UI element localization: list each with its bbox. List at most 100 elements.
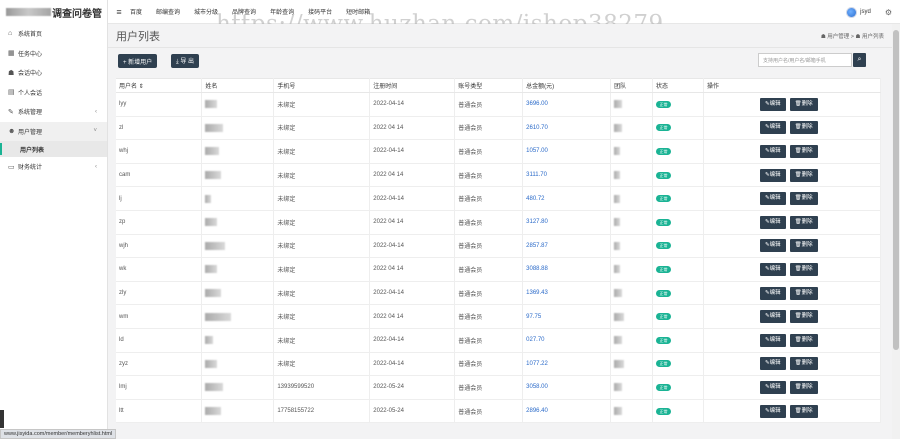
cell-actions: ✎编辑 🗑删除 — [703, 163, 882, 188]
sidebar-item-1[interactable]: ▦ 任务中心 — [0, 44, 107, 64]
edit-button[interactable]: ✎编辑 — [759, 262, 786, 276]
delete-button[interactable]: 🗑删除 — [789, 357, 818, 371]
cell-date: 2022 04 14 — [369, 210, 456, 235]
status-badge[interactable]: 正常 — [656, 313, 672, 321]
vertical-scrollbar[interactable] — [892, 24, 900, 439]
scrollbar-thumb[interactable] — [893, 30, 899, 350]
cell-username: wk — [116, 257, 203, 282]
delete-button[interactable]: 🗑删除 — [789, 168, 818, 182]
edit-button[interactable]: ✎编辑 — [759, 144, 786, 158]
cell-type: 普通会员 — [454, 116, 524, 141]
cell-status: 正常 — [652, 352, 704, 377]
status-badge[interactable]: 正常 — [656, 289, 672, 297]
cell-phone: 未绑定 — [273, 257, 371, 282]
sidebar-item-2[interactable]: ☗ 会话中心 — [0, 63, 107, 83]
status-badge[interactable]: 正常 — [656, 360, 672, 368]
status-badge[interactable]: 正常 — [656, 195, 672, 203]
status-url: www.jisyida.com/member/memberyhlist.html — [0, 429, 117, 439]
top-nav-link-2[interactable]: 城市分级 — [194, 7, 218, 16]
delete-button[interactable]: 🗑删除 — [789, 215, 818, 229]
redacted-name — [205, 312, 232, 321]
export-button[interactable]: ⤓ 导 出 — [171, 54, 199, 68]
sidebar-item-5[interactable]: ☻ 用户管理 ˅ — [0, 121, 107, 141]
delete-button[interactable]: 🗑删除 — [789, 262, 818, 276]
status-badge[interactable]: 正常 — [656, 147, 672, 155]
add-user-button[interactable]: + 新增用户 — [118, 54, 158, 68]
delete-button[interactable]: 🗑删除 — [789, 121, 818, 135]
top-nav-link-5[interactable]: 接码平台 — [308, 7, 332, 16]
edit-button[interactable]: ✎编辑 — [759, 333, 786, 347]
search-input[interactable]: 支持用户名/用户名/邮箱手机 — [758, 53, 852, 67]
cell-date: 2022-04-14 — [369, 352, 456, 377]
edit-button[interactable]: ✎编辑 — [759, 192, 786, 206]
edit-button[interactable]: ✎编辑 — [759, 380, 786, 394]
brand-logo[interactable]: 调查问卷管 — [0, 0, 107, 24]
cell-balance: 97.75 — [522, 304, 612, 329]
column-header-1: 姓名 — [201, 78, 275, 93]
status-badge[interactable]: 正常 — [656, 242, 672, 250]
top-nav-link-6[interactable]: 短时邮箱 — [346, 7, 370, 16]
delete-button[interactable]: 🗑删除 — [789, 239, 818, 253]
column-header-3: 注册时间 — [369, 78, 456, 93]
edit-button[interactable]: ✎编辑 — [759, 310, 786, 324]
delete-button[interactable]: 🗑删除 — [789, 404, 818, 418]
edit-button[interactable]: ✎编辑 — [759, 239, 786, 253]
status-badge[interactable]: 正常 — [656, 383, 672, 391]
edit-button[interactable]: ✎编辑 — [759, 97, 786, 111]
sidebar-item-6[interactable]: 用户列表 — [0, 141, 107, 157]
status-badge[interactable]: 正常 — [656, 265, 672, 273]
delete-button[interactable]: 🗑删除 — [789, 192, 818, 206]
redacted-name — [205, 383, 224, 392]
cell-balance: 2857.87 — [522, 234, 612, 259]
brand-redacted — [6, 8, 51, 16]
sidebar-item-7[interactable]: ▭ 财务统计 ‹ — [0, 157, 107, 177]
top-navbar: ≡ 百度 邮编查询 城市分级 品牌查询 年龄查询 接码平台 短时邮箱 jsyd ⚙ — [108, 0, 900, 24]
sidebar-item-3[interactable]: ▤ 个人会话 — [0, 83, 107, 103]
delete-button[interactable]: 🗑删除 — [789, 144, 818, 158]
sidebar-item-label: 任务中心 — [18, 51, 43, 58]
cell-type: 普通会员 — [454, 328, 524, 353]
edit-button[interactable]: ✎编辑 — [759, 215, 786, 229]
column-header-0[interactable]: 用户名 ⇕ — [116, 78, 203, 93]
edit-button[interactable]: ✎编辑 — [759, 357, 786, 371]
cell-type: 普通会员 — [454, 352, 524, 377]
brand-title: 调查问卷管 — [52, 8, 102, 20]
menu-toggle-icon[interactable]: ≡ — [108, 7, 130, 17]
redacted-name — [205, 359, 218, 368]
cell-team — [610, 257, 654, 282]
redacted-name — [205, 123, 224, 132]
sidebar-item-0[interactable]: ⌂ 系统首页 — [0, 24, 107, 44]
edit-button[interactable]: ✎编辑 — [759, 404, 786, 418]
user-name[interactable]: jsyd — [860, 9, 871, 15]
status-badge[interactable]: 正常 — [656, 407, 672, 415]
search-icon[interactable]: ⌕ — [853, 53, 866, 67]
delete-button[interactable]: 🗑删除 — [789, 97, 818, 111]
settings-gear-icon[interactable]: ⚙ — [885, 8, 892, 17]
delete-button[interactable]: 🗑删除 — [789, 333, 818, 347]
edit-button[interactable]: ✎编辑 — [759, 168, 786, 182]
table-row: wjh 未绑定 2022-04-14 普通会员 2857.87 正常 ✎编辑 🗑删除 — [116, 234, 882, 259]
status-badge[interactable]: 正常 — [656, 100, 672, 108]
users-icon: ☗ — [8, 69, 15, 77]
status-badge[interactable]: 正常 — [656, 218, 672, 226]
sidebar-item-4[interactable]: ✎ 系统管理 ‹ — [0, 102, 107, 122]
delete-button[interactable]: 🗑删除 — [789, 286, 818, 300]
table-body: lyy 未绑定 2022-04-14 普通会员 3696.00 正常 ✎编辑 🗑删除 zl 未绑定… — [116, 92, 882, 424]
delete-button[interactable]: 🗑删除 — [789, 310, 818, 324]
top-nav-link-3[interactable]: 品牌查询 — [232, 7, 256, 16]
top-nav-link-0[interactable]: 百度 — [130, 7, 142, 16]
delete-button[interactable]: 🗑删除 — [789, 380, 818, 394]
status-badge[interactable]: 正常 — [656, 336, 672, 344]
redacted-team — [614, 147, 621, 156]
avatar[interactable] — [846, 6, 858, 18]
redacted-name — [205, 407, 222, 416]
cell-actions: ✎编辑 🗑删除 — [703, 186, 882, 211]
status-badge[interactable]: 正常 — [656, 171, 672, 179]
top-nav-link-1[interactable]: 邮编查询 — [156, 7, 180, 16]
top-nav-link-4[interactable]: 年龄查询 — [270, 7, 294, 16]
edit-button[interactable]: ✎编辑 — [759, 286, 786, 300]
status-badge[interactable]: 正常 — [656, 124, 672, 132]
cell-balance: 1369.43 — [522, 281, 612, 306]
cell-username: zyz — [116, 352, 203, 377]
edit-button[interactable]: ✎编辑 — [759, 121, 786, 135]
